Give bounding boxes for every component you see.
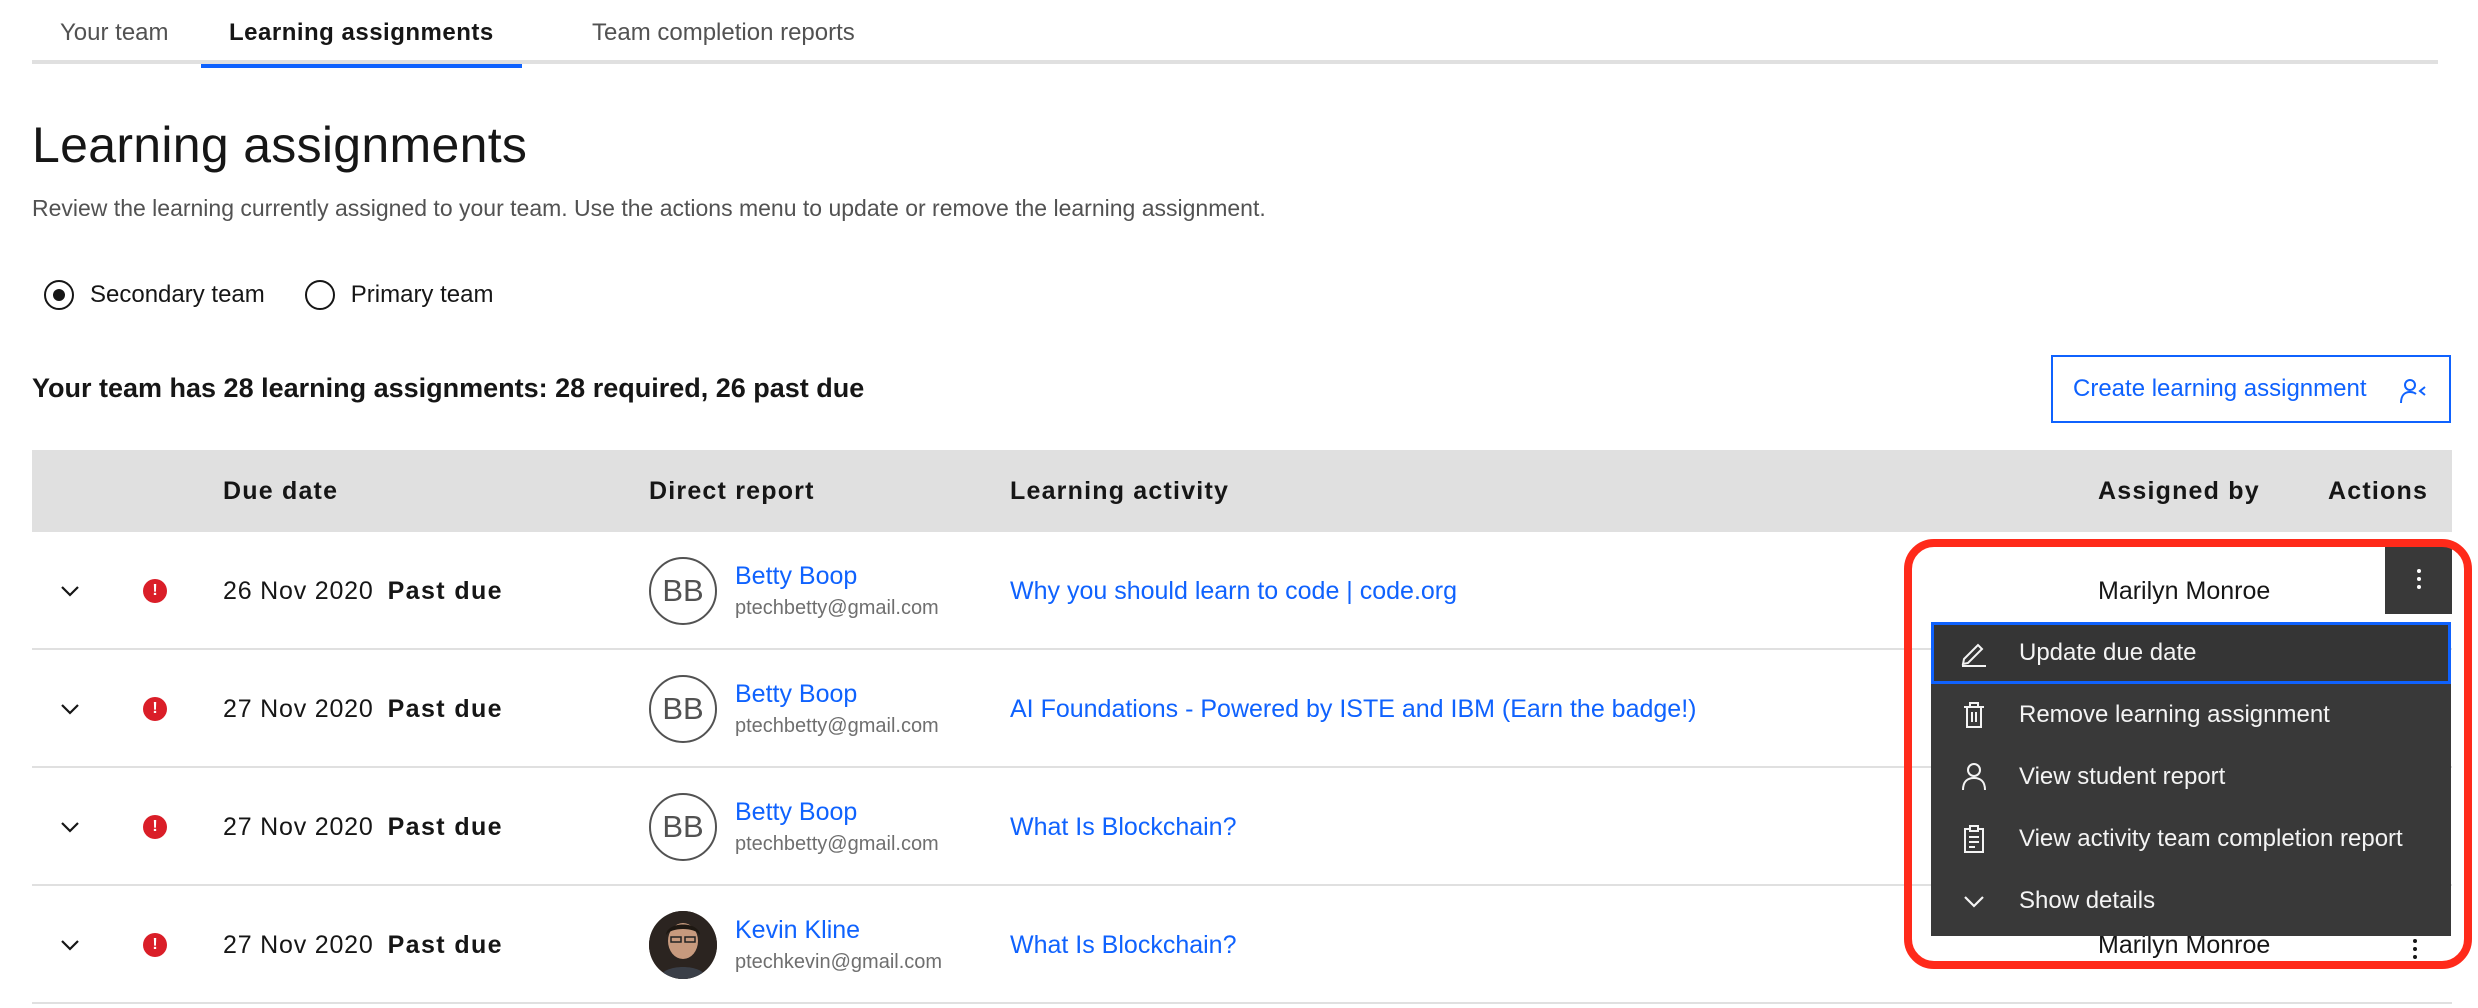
radio-secondary-team[interactable]: Secondary team (44, 280, 265, 310)
user-add-icon (2400, 379, 2426, 404)
header-learning-activity[interactable]: Learning activity (1010, 450, 1229, 532)
button-label: Create learning assignment (2073, 375, 2367, 402)
report-email: ptechbetty@gmail.com (735, 833, 939, 855)
avatar: BB (649, 557, 717, 625)
chevron-down-icon (61, 822, 79, 833)
report-email: ptechbetty@gmail.com (735, 715, 939, 737)
expand-row-button[interactable] (60, 532, 88, 650)
direct-report-cell: Kevin Kline ptechkevin@gmail.com (649, 886, 942, 1004)
actions-menu-button[interactable] (2385, 544, 2452, 614)
menu-item-view-activity-team-completion-report[interactable]: View activity team completion report (1931, 808, 2451, 870)
report-email: ptechbetty@gmail.com (735, 597, 939, 619)
menu-item-show-details[interactable]: Show details (1931, 870, 2451, 932)
due-date: 26 Nov 2020 (223, 576, 374, 605)
person-photo-icon (649, 911, 717, 979)
radio-label: Secondary team (90, 281, 265, 308)
menu-item-label: Show details (2019, 887, 2156, 914)
learning-activity-link[interactable]: Why you should learn to code | code.org (1010, 532, 1457, 650)
menu-item-label: Remove learning assignment (2019, 701, 2330, 728)
expand-row-button[interactable] (60, 650, 88, 768)
radio-button[interactable] (304, 280, 335, 310)
past-due-alert: ! (143, 650, 167, 768)
overflow-menu-icon (2413, 939, 2417, 959)
avatar: BB (649, 793, 717, 861)
actions-menu-button[interactable] (2412, 938, 2418, 965)
user-icon (1962, 763, 1986, 791)
menu-item-label: Update due date (2019, 639, 2197, 666)
radio-label: Primary team (350, 281, 494, 308)
due-status: Past due (387, 576, 503, 605)
direct-report-cell: BB Betty Boop ptechbetty@gmail.com (649, 768, 939, 886)
due-status: Past due (387, 930, 503, 959)
due-date-cell: 26 Nov 2020 Past due (223, 532, 503, 650)
past-due-alert: ! (143, 768, 167, 886)
report-name-link[interactable]: Betty Boop (735, 680, 939, 709)
table-header: Due date Direct report Learning activity… (32, 450, 2452, 532)
overflow-menu-icon (2416, 569, 2421, 589)
report-name-link[interactable]: Betty Boop (735, 798, 939, 827)
warning-icon: ! (143, 815, 167, 839)
due-date-cell: 27 Nov 2020 Past due (223, 886, 503, 1004)
header-due-date[interactable]: Due date (223, 450, 338, 532)
report-name-link[interactable]: Betty Boop (735, 562, 939, 591)
header-direct-report[interactable]: Direct report (649, 450, 815, 532)
tab-learning-assignments[interactable]: Learning assignments (201, 0, 522, 68)
radio-primary-team[interactable]: Primary team (304, 280, 494, 310)
tab-team-completion-reports[interactable]: Team completion reports (564, 0, 883, 64)
warning-icon: ! (143, 933, 167, 957)
direct-report-cell: BB Betty Boop ptechbetty@gmail.com (649, 532, 939, 650)
chevron-down-icon (61, 704, 79, 715)
chevron-down-icon (61, 586, 79, 597)
report-email: ptechkevin@gmail.com (735, 951, 943, 973)
menu-item-label: View student report (2019, 763, 2226, 790)
actions-overflow-menu: Update due date Remove learning assignme… (1931, 622, 2451, 936)
page-title: Learning assignments (32, 117, 528, 173)
learning-activity-link[interactable]: AI Foundations - Powered by ISTE and IBM… (1010, 650, 1696, 768)
report-icon (1964, 825, 1984, 853)
due-date: 27 Nov 2020 (223, 930, 374, 959)
chevron-down-icon (61, 940, 79, 951)
learning-activity-link[interactable]: What Is Blockchain? (1010, 768, 1237, 886)
report-name-link[interactable]: Kevin Kline (735, 916, 942, 945)
tab-your-team[interactable]: Your team (32, 0, 197, 64)
trash-icon (1964, 702, 1984, 728)
expand-row-button[interactable] (60, 886, 88, 1004)
menu-item-update-due-date[interactable]: Update due date (1931, 622, 2451, 684)
due-date: 27 Nov 2020 (223, 812, 374, 841)
edit-icon (1961, 643, 1986, 667)
tab-bar: Your team Learning assignments Team comp… (32, 0, 2438, 68)
avatar-photo (649, 911, 717, 979)
create-learning-assignment-button[interactable]: Create learning assignment (2051, 355, 2451, 423)
due-date-cell: 27 Nov 2020 Past due (223, 768, 503, 886)
due-date: 27 Nov 2020 (223, 694, 374, 723)
menu-item-remove-learning-assignment[interactable]: Remove learning assignment (1931, 684, 2451, 746)
avatar: BB (649, 675, 717, 743)
menu-item-view-student-report[interactable]: View student report (1931, 746, 2451, 808)
due-status: Past due (387, 694, 503, 723)
header-actions: Actions (2328, 477, 2429, 505)
learning-activity-link[interactable]: What Is Blockchain? (1010, 886, 1237, 1004)
radio-button-checked[interactable] (44, 280, 74, 310)
assignment-summary: Your team has 28 learning assignments: 2… (32, 373, 865, 403)
past-due-alert: ! (143, 532, 167, 650)
warning-icon: ! (143, 697, 167, 721)
due-date-cell: 27 Nov 2020 Past due (223, 650, 503, 768)
team-radio-group: Secondary team Primary team (44, 280, 533, 310)
page-description: Review the learning currently assigned t… (32, 195, 1266, 221)
expand-row-button[interactable] (60, 768, 88, 886)
warning-icon: ! (143, 579, 167, 603)
header-assigned-by[interactable]: Assigned by (2098, 450, 2260, 532)
due-status: Past due (387, 812, 503, 841)
direct-report-cell: BB Betty Boop ptechbetty@gmail.com (649, 650, 939, 768)
past-due-alert: ! (143, 886, 167, 1004)
chevron-down-icon (1964, 896, 1984, 908)
menu-item-label: View activity team completion report (2019, 825, 2403, 852)
